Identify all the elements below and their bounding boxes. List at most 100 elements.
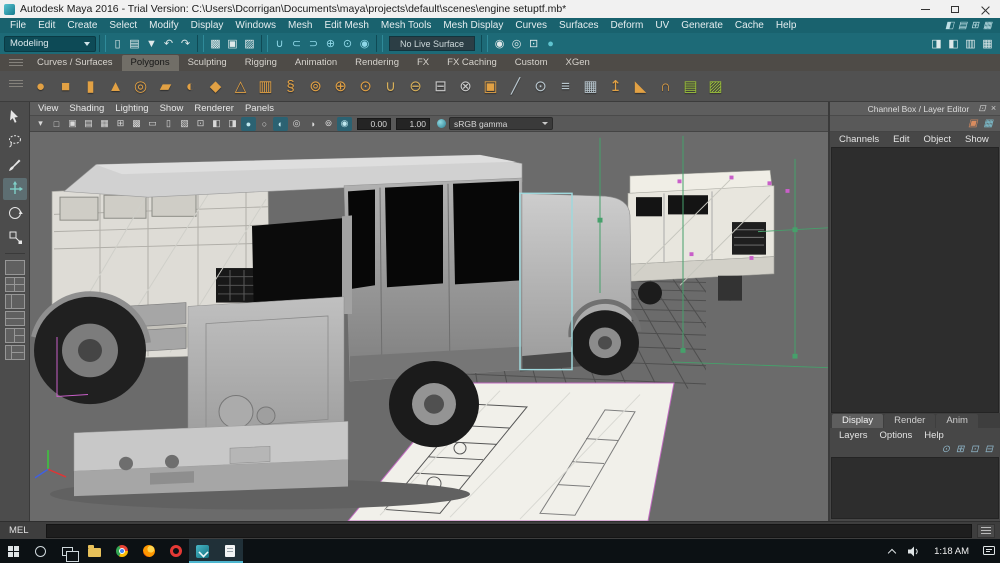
platonic-solid-icon[interactable]: ◆ [203,73,228,99]
menu-item[interactable]: Mesh [282,20,318,31]
target-weld-icon[interactable]: ⊙ [528,73,553,99]
menu-item[interactable]: Edit Mesh [318,20,374,31]
poly-plane-icon[interactable]: ▰ [153,73,178,99]
ambient-occlusion-icon[interactable]: ⊚ [321,117,336,131]
extract-icon[interactable]: ⊟ [428,73,453,99]
film-gate-icon[interactable]: ▭ [145,117,160,131]
menu-item[interactable]: Windows [229,20,282,31]
channel-display-icon[interactable]: ▣ [968,119,977,129]
menu-item[interactable]: Create [61,20,103,31]
poly-gear-icon[interactable]: ⊚ [303,73,328,99]
channel-box-menu[interactable]: Edit [893,134,909,145]
poly-pyramid-icon[interactable]: △ [228,73,253,99]
poly-cube-icon[interactable]: ■ [53,73,78,99]
menu-item[interactable]: Mesh Tools [375,20,437,31]
safe-title-icon[interactable]: ◨ [225,117,240,131]
snap-to-curve-icon[interactable]: ⊂ [288,35,305,52]
shelf-tab[interactable]: FX Caching [438,55,506,71]
menu-item[interactable]: File [4,20,32,31]
textured-icon[interactable]: ◐ [273,117,288,131]
bridge-icon[interactable]: ∩ [653,73,678,99]
layer-editor-menu[interactable]: Help [924,430,944,441]
toggle-attribute-editor-icon[interactable]: ◨ [928,35,945,52]
shelf-tab[interactable]: Polygons [122,55,179,71]
close-button[interactable] [970,0,1000,18]
image-plane-icon[interactable]: ▦ [97,117,112,131]
exposure-field[interactable] [357,118,391,130]
layout-three-pane[interactable] [5,328,25,343]
separate-icon[interactable]: ⊖ [403,73,428,99]
action-center-button[interactable] [978,539,1000,563]
hotbox-controls-icon[interactable]: ▦ [983,21,992,31]
open-scene-icon[interactable]: ▤ [126,35,143,52]
new-layer-from-selected-icon[interactable]: ⊡ [970,445,978,455]
shelf-tab[interactable]: XGen [557,55,599,71]
move-tool-button[interactable] [3,178,27,200]
select-component-icon[interactable]: ▨ [241,35,258,52]
poly-pipe-icon[interactable]: ▥ [253,73,278,99]
layer-editor-menu[interactable]: Options [880,430,913,441]
snap-to-point-icon[interactable]: ⊃ [305,35,322,52]
color-management-icon[interactable] [437,119,446,128]
viewport-canvas[interactable] [30,132,828,521]
command-line-input[interactable] [46,524,972,538]
shelf-tab[interactable]: FX [408,55,438,71]
channel-box-menu[interactable]: Channels [839,134,879,145]
command-line-language-label[interactable]: MEL [0,525,46,536]
channel-box-menu[interactable]: Object [924,134,951,145]
poly-cylinder-icon[interactable]: ▮ [78,73,103,99]
camera-menu-icon[interactable]: ▾ [33,117,48,131]
combine-icon[interactable]: ∪ [378,73,403,99]
new-empty-layer-icon[interactable]: ⊞ [956,445,964,455]
ui-elements-icon[interactable]: ⊞ [971,21,979,31]
multi-cut-icon[interactable]: ╱ [503,73,528,99]
toggle-modeling-toolkit-icon[interactable]: ▦ [979,35,996,52]
snap-to-grid-icon[interactable]: ∪ [271,35,288,52]
save-scene-icon[interactable]: ▼ [143,35,160,52]
poly-helix-icon[interactable]: § [278,73,303,99]
select-object-icon[interactable]: ▣ [224,35,241,52]
status-divider[interactable] [481,35,488,52]
colorspace-dropdown[interactable]: sRGB gamma [449,117,553,130]
layer-editor-tab[interactable]: Anim [936,414,978,428]
mirror-icon[interactable]: ▨ [703,73,728,99]
shelf-tab[interactable]: Rendering [346,55,408,71]
sculpt-objects-icon[interactable]: ▤ [678,73,703,99]
delete-layer-icon[interactable]: ⊟ [985,445,993,455]
shelf-tab[interactable]: Animation [286,55,346,71]
panel-menu[interactable]: Renderer [194,103,234,114]
layout-single-pane[interactable] [5,260,25,275]
menu-item[interactable]: Cache [729,20,770,31]
redo-icon[interactable]: ↷ [177,35,194,52]
menu-item[interactable]: Curves [509,20,553,31]
layout-custom[interactable] [5,345,25,360]
grid-icon[interactable]: ▩ [129,117,144,131]
rotate-tool-button[interactable] [3,202,27,224]
undo-icon[interactable]: ↶ [160,35,177,52]
render-settings-icon[interactable]: ⊡ [525,35,542,52]
notepad-taskbar-button[interactable] [216,539,243,563]
menu-item[interactable]: UV [649,20,675,31]
panel-menu[interactable]: View [38,103,58,114]
bevel-icon[interactable]: ◣ [628,73,653,99]
quad-draw-icon[interactable]: ▦ [578,73,603,99]
channel-list-area[interactable] [831,147,999,413]
smooth-icon[interactable]: ▣ [478,73,503,99]
panel-menu[interactable]: Shading [69,103,104,114]
firefox-button[interactable] [135,539,162,563]
layer-editor-tab[interactable]: Render [884,414,935,428]
menu-item[interactable]: Surfaces [553,20,604,31]
layout-persp-graph[interactable] [5,311,25,326]
menu-item[interactable]: Display [185,20,230,31]
lighting-icon[interactable]: ◎ [289,117,304,131]
layout-persp-outliner[interactable] [5,294,25,309]
paint-selection-tool-button[interactable] [3,154,27,176]
panel-menu[interactable]: Lighting [115,103,148,114]
shelf-menu-icon[interactable] [9,59,23,68]
status-divider[interactable] [376,35,383,52]
channel-layers-icon[interactable]: ▦ [984,119,993,129]
search-button[interactable] [27,539,54,563]
make-live-icon[interactable]: ⊙ [339,35,356,52]
bookmark-icon[interactable]: ▤ [81,117,96,131]
menu-item[interactable]: Generate [675,20,729,31]
